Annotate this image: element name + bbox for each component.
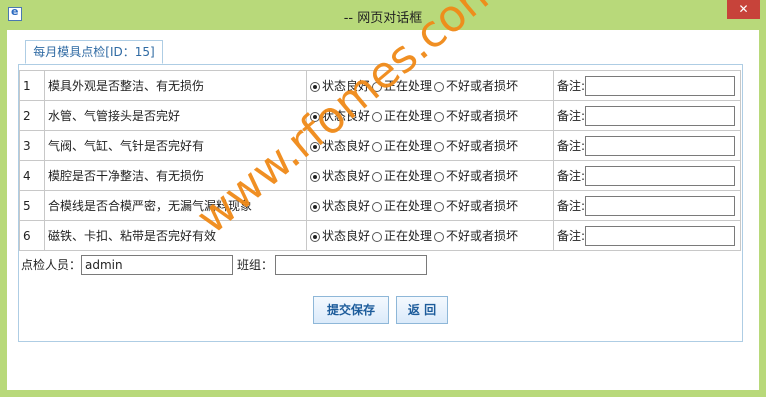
radio-option[interactable]: 状态良好 <box>310 227 370 244</box>
radio-label: 不好或者损坏 <box>446 199 519 213</box>
radio-option[interactable]: 正在处理 <box>372 137 432 154</box>
submit-save-button[interactable]: 提交保存 <box>313 296 389 324</box>
note-label: 备注: <box>557 109 586 123</box>
radio-option[interactable]: 不好或者损坏 <box>434 167 518 184</box>
team-input[interactable] <box>275 255 427 275</box>
radio-circle-icon[interactable] <box>434 142 445 152</box>
radio-label: 正在处理 <box>384 139 433 153</box>
note-label: 备注: <box>557 199 586 213</box>
note-label: 备注: <box>557 139 586 153</box>
radio-option[interactable]: 不好或者损坏 <box>434 107 518 124</box>
radio-label: 正在处理 <box>384 199 433 213</box>
radio-option[interactable]: 正在处理 <box>372 197 432 214</box>
back-button[interactable]: 返 回 <box>396 296 448 324</box>
radio-circle-icon[interactable] <box>372 202 383 212</box>
note-input[interactable] <box>585 225 736 246</box>
table-row: 6 磁铁、卡扣、粘带是否完好有效 状态良好 正在处理 不好或者损坏 备注: <box>19 220 741 251</box>
close-button[interactable]: ✕ <box>727 0 760 19</box>
note-label: 备注: <box>557 169 586 183</box>
title-bar: -- 网页对话框 ✕ <box>0 0 766 30</box>
radio-circle-icon[interactable] <box>310 202 320 212</box>
check-item: 水管、气管接头是否完好 <box>44 100 307 131</box>
note-input[interactable] <box>585 105 736 126</box>
note-input[interactable] <box>585 75 736 96</box>
row-number: 2 <box>19 100 45 131</box>
note-cell: 备注: <box>553 160 741 191</box>
radio-label: 状态良好 <box>322 199 371 213</box>
radio-label: 正在处理 <box>384 109 433 123</box>
table-row: 3 气阀、气缸、气针是否完好有 状态良好 正在处理 不好或者损坏 备注: <box>19 130 741 161</box>
radio-circle-icon[interactable] <box>310 82 320 92</box>
radio-option[interactable]: 不好或者损坏 <box>434 227 518 244</box>
radio-option[interactable]: 不好或者损坏 <box>434 77 518 94</box>
status-options: 状态良好 正在处理 不好或者损坏 <box>306 190 554 221</box>
radio-label: 状态良好 <box>322 169 371 183</box>
radio-circle-icon[interactable] <box>372 142 383 152</box>
radio-circle-icon[interactable] <box>310 172 320 182</box>
row-number: 3 <box>19 130 45 161</box>
row-number: 4 <box>19 160 45 191</box>
radio-circle-icon[interactable] <box>310 232 320 242</box>
radio-label: 正在处理 <box>384 229 433 243</box>
radio-option[interactable]: 不好或者损坏 <box>434 137 518 154</box>
note-input[interactable] <box>585 165 736 186</box>
table-row: 5 合模线是否合模严密，无漏气漏料现象 状态良好 正在处理 不好或者损坏 备注: <box>19 190 741 221</box>
note-cell: 备注: <box>553 70 741 101</box>
note-label: 备注: <box>557 229 586 243</box>
radio-circle-icon[interactable] <box>434 112 445 122</box>
radio-option[interactable]: 正在处理 <box>372 107 432 124</box>
note-cell: 备注: <box>553 190 741 221</box>
radio-label: 不好或者损坏 <box>446 169 519 183</box>
dialog-body: 每月模具点检[ID：15] 1 模具外观是否整洁、有无损伤 状态良好 正在处理 不好或者… <box>7 0 759 390</box>
note-input[interactable] <box>585 195 736 216</box>
inspector-label: 点检人员： <box>21 258 82 272</box>
radio-label: 状态良好 <box>322 229 371 243</box>
inspector-input[interactable]: admin <box>81 255 233 275</box>
tab-monthly-inspection[interactable]: 每月模具点检[ID：15] <box>25 40 163 64</box>
radio-label: 不好或者损坏 <box>446 109 519 123</box>
radio-circle-icon[interactable] <box>434 202 445 212</box>
radio-option[interactable]: 状态良好 <box>310 197 370 214</box>
radio-option[interactable]: 不好或者损坏 <box>434 197 518 214</box>
radio-option[interactable]: 正在处理 <box>372 227 432 244</box>
radio-label: 不好或者损坏 <box>446 139 519 153</box>
radio-circle-icon[interactable] <box>434 82 445 92</box>
check-item: 磁铁、卡扣、粘带是否完好有效 <box>44 220 307 251</box>
row-number: 6 <box>19 220 45 251</box>
radio-option[interactable]: 状态良好 <box>310 167 370 184</box>
radio-label: 不好或者损坏 <box>446 79 519 93</box>
team-label: 班组： <box>237 258 274 272</box>
table-row: 4 模腔是否干净整洁、有无损伤 状态良好 正在处理 不好或者损坏 备注: <box>19 160 741 191</box>
note-cell: 备注: <box>553 220 741 251</box>
radio-circle-icon[interactable] <box>372 172 383 182</box>
status-options: 状态良好 正在处理 不好或者损坏 <box>306 160 554 191</box>
row-number: 1 <box>19 70 45 101</box>
status-options: 状态良好 正在处理 不好或者损坏 <box>306 220 554 251</box>
radio-option[interactable]: 正在处理 <box>372 167 432 184</box>
radio-label: 不好或者损坏 <box>446 229 519 243</box>
window-title: -- 网页对话框 <box>343 11 423 26</box>
radio-label: 正在处理 <box>384 169 433 183</box>
check-item: 模具外观是否整洁、有无损伤 <box>44 70 307 101</box>
radio-circle-icon[interactable] <box>434 172 445 182</box>
note-cell: 备注: <box>553 100 741 131</box>
staff-row: 点检人员： admin 班组： <box>19 253 741 277</box>
row-number: 5 <box>19 190 45 221</box>
radio-circle-icon[interactable] <box>372 232 383 242</box>
note-input[interactable] <box>585 135 736 156</box>
note-label: 备注: <box>557 79 586 93</box>
radio-circle-icon[interactable] <box>434 232 445 242</box>
note-cell: 备注: <box>553 130 741 161</box>
